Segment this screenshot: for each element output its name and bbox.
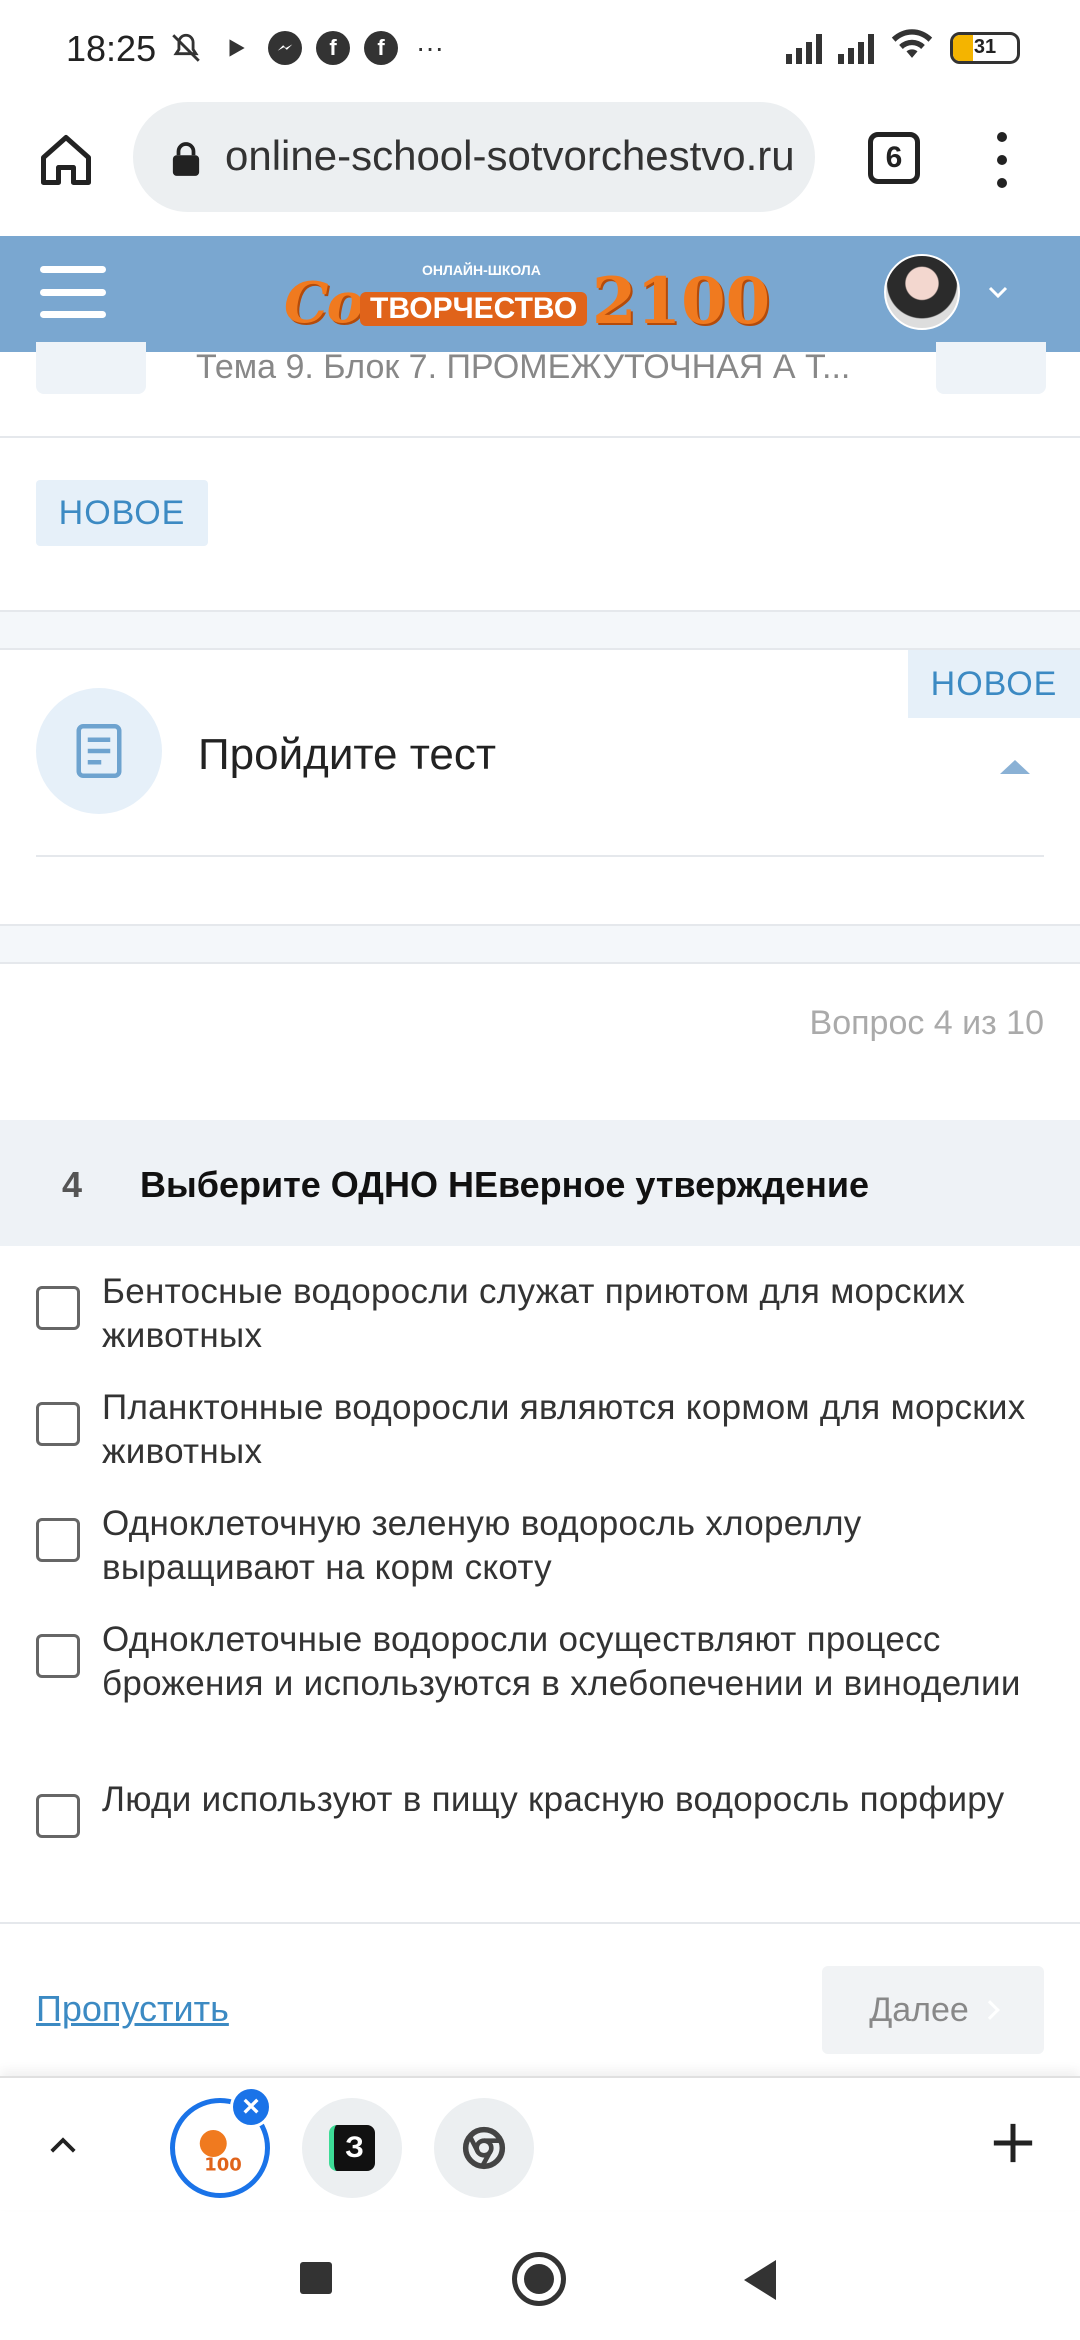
- answer-option[interactable]: Бентосные водоросли служат приютом для м…: [36, 1270, 1046, 1358]
- answer-checkbox[interactable]: [36, 1402, 80, 1446]
- wifi-icon: [890, 28, 934, 67]
- z-app-tab[interactable]: З: [302, 2098, 402, 2198]
- chevron-down-icon[interactable]: [986, 280, 1010, 304]
- status-time: 18:25: [66, 28, 157, 69]
- document-icon: [36, 688, 162, 814]
- close-tab-icon[interactable]: ×: [230, 2086, 272, 2128]
- question-counter: Вопрос 4 из 10: [809, 1004, 1044, 1042]
- chrome-icon: [462, 2126, 506, 2170]
- avatar[interactable]: [884, 254, 960, 330]
- next-button[interactable]: Далее: [822, 1966, 1044, 2054]
- tab-switcher-button[interactable]: 6: [868, 132, 920, 184]
- collapse-icon[interactable]: [1000, 760, 1030, 774]
- home-button[interactable]: [36, 130, 96, 190]
- answer-checkbox[interactable]: [36, 1634, 80, 1678]
- battery-icon: 31: [950, 31, 1020, 64]
- answer-option[interactable]: Одноклеточную зеленую водоросль хлореллу…: [36, 1502, 1046, 1590]
- system-navigation-bar: [0, 2212, 1080, 2340]
- lesson-title: Пройдите тест: [198, 730, 497, 779]
- answer-option[interactable]: Люди используют в пищу красную водоросль…: [36, 1778, 1046, 1838]
- system-indicators: 31: [786, 28, 1020, 67]
- url-text: online-school-sotvorchestvo.ru: [225, 132, 795, 179]
- answer-label: Бентосные водоросли служат приютом для м…: [102, 1272, 966, 1355]
- question-header: 4 Выберите ОДНО НЕверное утверждение: [0, 1120, 1080, 1246]
- answer-checkbox[interactable]: [36, 1518, 80, 1562]
- chevron-up-icon[interactable]: [48, 2130, 78, 2160]
- answer-option[interactable]: Планктонные водоросли являются кормом дл…: [36, 1386, 1046, 1474]
- answer-checkbox[interactable]: [36, 1286, 80, 1330]
- next-lesson-button[interactable]: [936, 342, 1046, 394]
- facebook-icon: f: [364, 31, 398, 65]
- chevron-right-icon: [979, 2000, 1000, 2020]
- divider: [36, 855, 1044, 857]
- question-number: 4: [62, 1164, 83, 1205]
- notification-icons: f f ···: [168, 30, 448, 66]
- answer-checkbox[interactable]: [36, 1794, 80, 1838]
- logo-small-text: ОНЛАЙН-ШКОЛА: [422, 262, 541, 278]
- home-nav-button[interactable]: [512, 2252, 566, 2306]
- site-header: Co ОНЛАЙН-ШКОЛА ТВОРЧЕСТВО 2100: [0, 236, 1080, 352]
- answer-label: Люди используют в пищу красную водоросль…: [102, 1780, 1005, 1819]
- signal-icon: [838, 32, 874, 64]
- new-badge: НОВОЕ: [36, 480, 208, 546]
- z-app-icon: З: [329, 2125, 375, 2171]
- hamburger-menu-icon[interactable]: [40, 266, 106, 318]
- back-button[interactable]: [744, 2260, 776, 2300]
- svg-text:100: 100: [204, 2155, 242, 2176]
- lesson-card[interactable]: НОВОЕ Пройдите тест: [0, 650, 1080, 924]
- facebook-icon: f: [316, 31, 350, 65]
- recents-button[interactable]: [300, 2262, 332, 2294]
- z-app-letter: З: [345, 2131, 364, 2164]
- section-divider: [0, 610, 1080, 650]
- address-bar[interactable]: online-school-sotvorchestvo.ru: [133, 102, 815, 212]
- battery-level: 31: [973, 36, 997, 58]
- new-tab-icon[interactable]: [990, 2120, 1036, 2166]
- answer-label: Планктонные водоросли являются кормом дл…: [102, 1388, 1026, 1471]
- section-divider: [0, 924, 1080, 964]
- breadcrumb: Тема 9. Блок 7. ПРОМЕЖУТОЧНАЯ А Т...: [196, 348, 851, 386]
- mute-icon: [168, 30, 204, 66]
- logo-main: Co: [284, 270, 364, 336]
- messenger-icon: [268, 31, 302, 65]
- lock-icon: [172, 142, 200, 176]
- more-icon: ···: [416, 32, 444, 63]
- logo-number: 2100: [592, 264, 771, 339]
- home-icon: [41, 135, 91, 185]
- play-icon: [218, 30, 254, 66]
- signal-icon: [786, 32, 822, 64]
- next-button-label: Далее: [869, 1990, 969, 2029]
- tab-strip: 100 × З: [0, 2076, 1080, 2210]
- site-favicon-icon: 100: [199, 2130, 242, 2176]
- status-bar: 18:25 f f ··· 31: [0, 0, 1080, 96]
- answer-label: Одноклеточную зеленую водоросль хлореллу…: [102, 1504, 862, 1587]
- logo-word: ТВОРЧЕСТВО: [360, 292, 588, 326]
- browser-toolbar: online-school-sotvorchestvo.ru 6: [0, 96, 1080, 236]
- answer-label: Одноклеточные водоросли осуществляют про…: [102, 1620, 1021, 1703]
- skip-link[interactable]: Пропустить: [36, 1988, 229, 2030]
- browser-menu-icon[interactable]: [992, 132, 1012, 188]
- chrome-tab[interactable]: [434, 2098, 534, 2198]
- previous-lesson-button[interactable]: [36, 342, 146, 394]
- lesson-new-badge: НОВОЕ: [908, 650, 1080, 718]
- battery-fill: [953, 34, 973, 61]
- question-text: Выберите ОДНО НЕверное утверждение: [140, 1164, 869, 1205]
- lesson-navigation: Тема 9. Блок 7. ПРОМЕЖУТОЧНАЯ А Т...: [0, 342, 1080, 438]
- answer-option[interactable]: Одноклеточные водоросли осуществляют про…: [36, 1618, 1046, 1706]
- site-logo[interactable]: Co ОНЛАЙН-ШКОЛА ТВОРЧЕСТВО 2100: [272, 240, 770, 348]
- divider: [0, 1922, 1080, 1924]
